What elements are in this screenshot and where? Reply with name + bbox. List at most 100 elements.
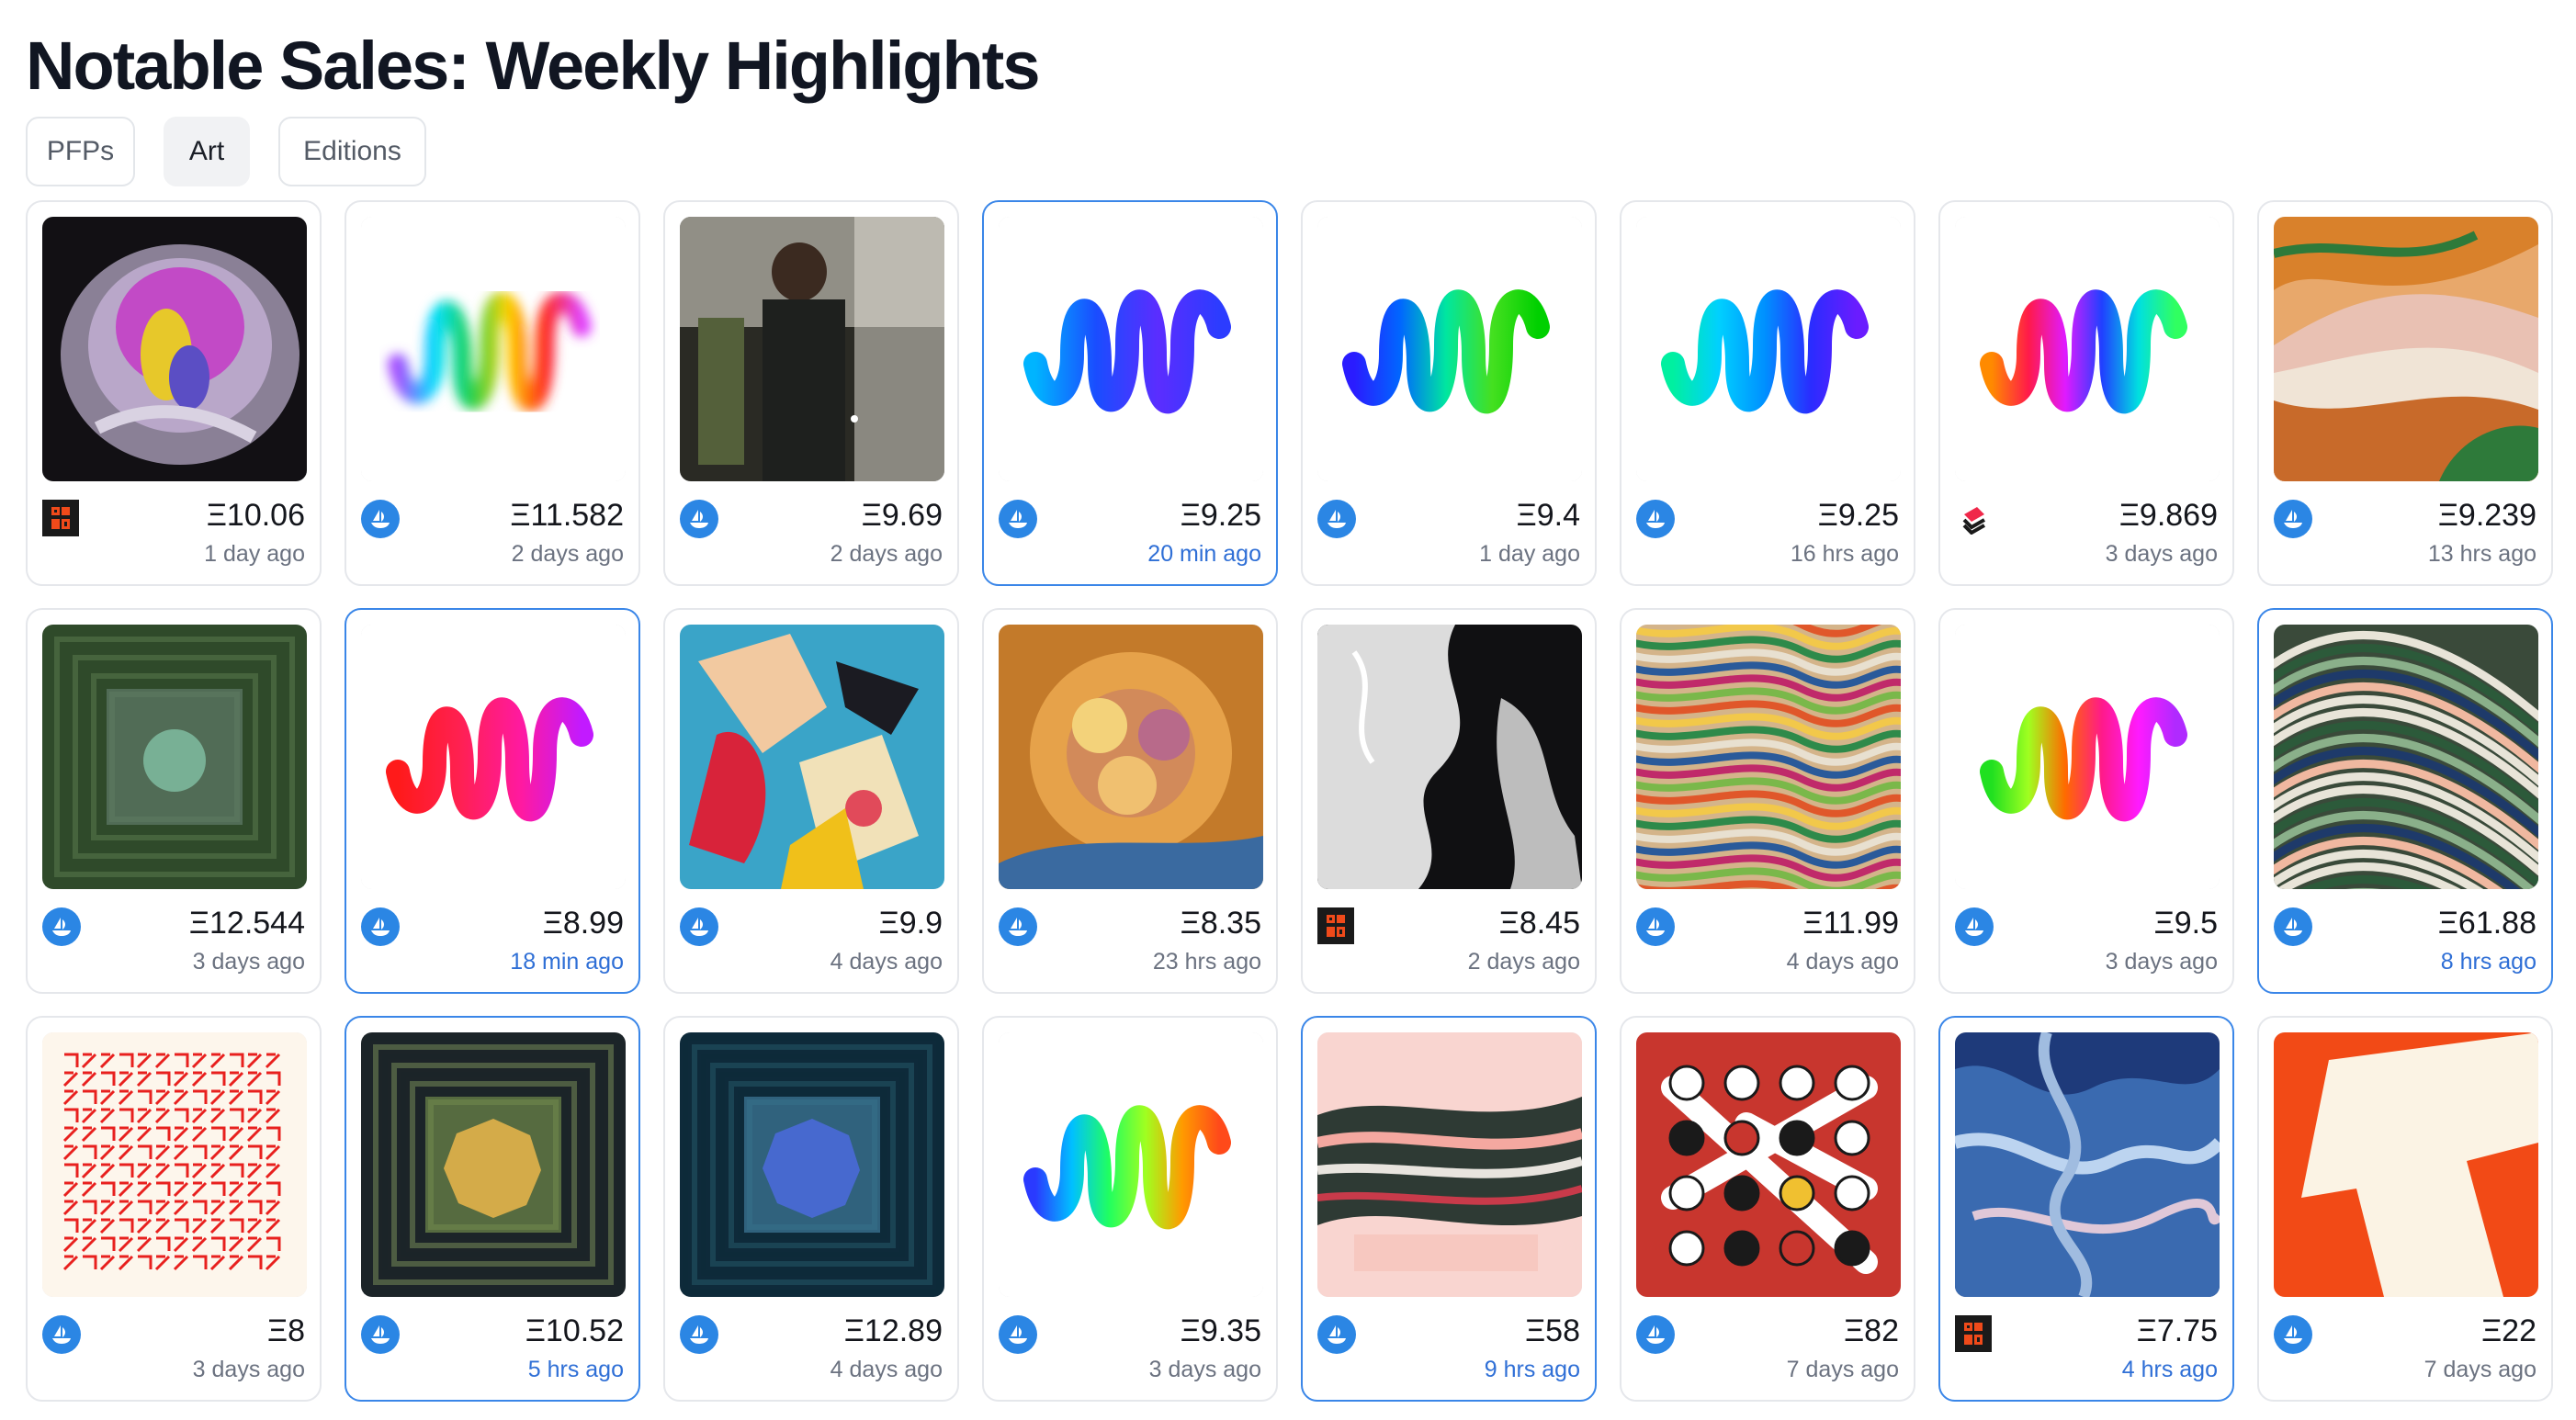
opensea-icon[interactable]: [1955, 907, 1994, 946]
opensea-icon[interactable]: [680, 1315, 718, 1354]
artwork-thumbnail[interactable]: [361, 625, 626, 889]
opensea-icon[interactable]: [680, 500, 718, 538]
sale-time: 20 min ago: [1147, 541, 1261, 567]
sale-card[interactable]: Ξ10.06 1 day ago: [26, 200, 322, 586]
sale-card[interactable]: Ξ9.869 3 days ago: [1938, 200, 2234, 586]
sale-card[interactable]: Ξ9.35 3 days ago: [982, 1016, 1278, 1402]
artwork-thumbnail[interactable]: [1636, 1032, 1901, 1297]
opensea-icon[interactable]: [999, 907, 1037, 946]
artwork-thumbnail[interactable]: [1317, 625, 1582, 889]
opensea-icon[interactable]: [1636, 907, 1675, 946]
page-title: Notable Sales: Weekly Highlights: [26, 28, 1040, 104]
sale-card[interactable]: Ξ10.52 5 hrs ago: [345, 1016, 640, 1402]
opensea-icon[interactable]: [680, 907, 718, 946]
sale-price: Ξ9.4: [1516, 498, 1580, 533]
opensea-icon[interactable]: [1636, 1315, 1675, 1354]
sale-price: Ξ9.239: [2437, 498, 2536, 533]
tab-editions[interactable]: Editions: [278, 117, 426, 186]
opensea-icon[interactable]: [2274, 907, 2312, 946]
sale-card[interactable]: Ξ11.99 4 days ago: [1620, 608, 1915, 994]
sale-time: 4 days ago: [1786, 949, 1899, 975]
opensea-icon[interactable]: [2274, 500, 2312, 538]
sale-price: Ξ8.35: [1180, 906, 1261, 941]
sale-card[interactable]: Ξ9.239 13 hrs ago: [2257, 200, 2553, 586]
artwork-thumbnail[interactable]: [999, 1032, 1263, 1297]
tab-pfps[interactable]: PFPs: [26, 117, 135, 186]
sale-card[interactable]: Ξ8.99 18 min ago: [345, 608, 640, 994]
foundation-icon[interactable]: [1955, 500, 1994, 538]
sale-time: 1 day ago: [1479, 541, 1580, 567]
opensea-icon[interactable]: [42, 907, 81, 946]
sale-time: 2 days ago: [1467, 949, 1580, 975]
artwork-thumbnail[interactable]: [1955, 1032, 2220, 1297]
artwork-thumbnail[interactable]: [999, 217, 1263, 481]
sale-price: Ξ9.69: [861, 498, 943, 533]
superrare-icon[interactable]: [1317, 907, 1354, 944]
sale-time: 4 days ago: [830, 949, 943, 975]
artwork-thumbnail[interactable]: [1317, 217, 1582, 481]
artwork-thumbnail[interactable]: [999, 625, 1263, 889]
opensea-icon[interactable]: [361, 907, 400, 946]
sale-price: Ξ82: [1844, 1313, 1899, 1348]
sale-card[interactable]: Ξ9.5 3 days ago: [1938, 608, 2234, 994]
artwork-thumbnail[interactable]: [361, 217, 626, 481]
sale-time: 5 hrs ago: [527, 1357, 624, 1382]
artwork-thumbnail[interactable]: [1955, 217, 2220, 481]
sale-time: 3 days ago: [2105, 949, 2218, 975]
sale-card[interactable]: Ξ61.88 8 hrs ago: [2257, 608, 2553, 994]
sale-price: Ξ9.25: [1180, 498, 1261, 533]
sale-time: 18 min ago: [510, 949, 624, 975]
sale-card[interactable]: Ξ82 7 days ago: [1620, 1016, 1915, 1402]
sale-time: 4 days ago: [830, 1357, 943, 1382]
opensea-icon[interactable]: [2274, 1315, 2312, 1354]
artwork-thumbnail[interactable]: [42, 217, 307, 481]
sale-price: Ξ12.544: [188, 906, 305, 941]
sale-card[interactable]: Ξ9.69 2 days ago: [663, 200, 959, 586]
sale-time: 2 days ago: [511, 541, 624, 567]
artwork-thumbnail[interactable]: [1955, 625, 2220, 889]
sales-grid: Ξ10.06 1 day ago Ξ11.582 2 days ago Ξ9.6…: [26, 200, 2553, 1402]
sale-card[interactable]: Ξ9.25 20 min ago: [982, 200, 1278, 586]
superrare-icon[interactable]: [1955, 1315, 1992, 1352]
sale-card[interactable]: Ξ9.4 1 day ago: [1301, 200, 1597, 586]
opensea-icon[interactable]: [999, 500, 1037, 538]
sale-card[interactable]: Ξ7.75 4 hrs ago: [1938, 1016, 2234, 1402]
sale-price: Ξ10.52: [525, 1313, 624, 1348]
artwork-thumbnail[interactable]: [1317, 1032, 1582, 1297]
artwork-thumbnail[interactable]: [361, 1032, 626, 1297]
opensea-icon[interactable]: [361, 1315, 400, 1354]
sale-card[interactable]: Ξ9.25 16 hrs ago: [1620, 200, 1915, 586]
sale-card[interactable]: Ξ8 3 days ago: [26, 1016, 322, 1402]
opensea-icon[interactable]: [999, 1315, 1037, 1354]
artwork-thumbnail[interactable]: [680, 1032, 944, 1297]
opensea-icon[interactable]: [1636, 500, 1675, 538]
sale-card[interactable]: Ξ8.35 23 hrs ago: [982, 608, 1278, 994]
opensea-icon[interactable]: [1317, 1315, 1356, 1354]
opensea-icon[interactable]: [1317, 500, 1356, 538]
opensea-icon[interactable]: [361, 500, 400, 538]
sale-card[interactable]: Ξ22 7 days ago: [2257, 1016, 2553, 1402]
sale-time: 13 hrs ago: [2427, 541, 2536, 567]
artwork-thumbnail[interactable]: [1636, 625, 1901, 889]
sale-card[interactable]: Ξ8.45 2 days ago: [1301, 608, 1597, 994]
sale-price: Ξ9.869: [2118, 498, 2218, 533]
artwork-thumbnail[interactable]: [2274, 1032, 2538, 1297]
sale-card[interactable]: Ξ58 9 hrs ago: [1301, 1016, 1597, 1402]
artwork-thumbnail[interactable]: [2274, 217, 2538, 481]
sale-card[interactable]: Ξ12.89 4 days ago: [663, 1016, 959, 1402]
artwork-thumbnail[interactable]: [680, 217, 944, 481]
sale-price: Ξ9.5: [2153, 906, 2218, 941]
sale-price: Ξ10.06: [206, 498, 305, 533]
artwork-thumbnail[interactable]: [42, 1032, 307, 1297]
sale-card[interactable]: Ξ9.9 4 days ago: [663, 608, 959, 994]
sale-card[interactable]: Ξ12.544 3 days ago: [26, 608, 322, 994]
sale-card[interactable]: Ξ11.582 2 days ago: [345, 200, 640, 586]
opensea-icon[interactable]: [42, 1315, 81, 1354]
artwork-thumbnail[interactable]: [2274, 625, 2538, 889]
sale-price: Ξ8.99: [542, 906, 624, 941]
artwork-thumbnail[interactable]: [680, 625, 944, 889]
tab-art[interactable]: Art: [164, 117, 250, 186]
artwork-thumbnail[interactable]: [1636, 217, 1901, 481]
artwork-thumbnail[interactable]: [42, 625, 307, 889]
superrare-icon[interactable]: [42, 500, 79, 536]
